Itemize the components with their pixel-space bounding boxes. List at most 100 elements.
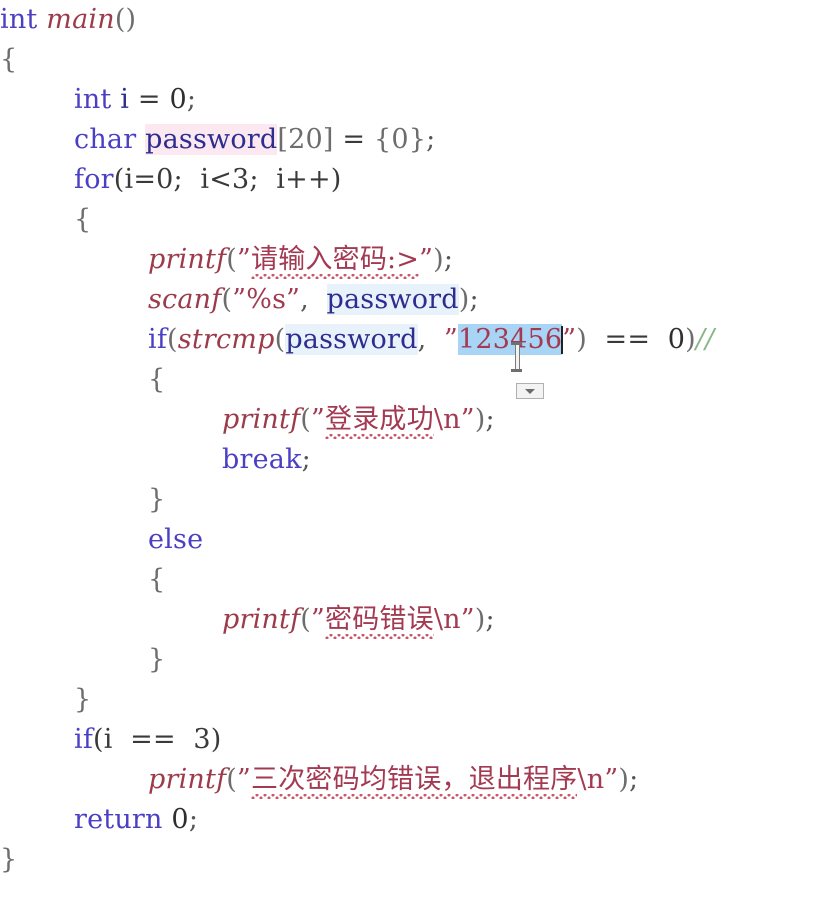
close-paren: ): [618, 764, 630, 795]
code-line-13[interactable]: }: [0, 480, 815, 520]
keyword-return: return: [74, 804, 163, 835]
identifier-password-reference: password: [326, 284, 459, 315]
identifier-i: i: [120, 84, 130, 115]
keyword-for: for: [74, 164, 114, 195]
close-paren: ): [433, 244, 444, 275]
close-paren-strcmp: ): [576, 324, 587, 355]
code-line-9[interactable]: if(strcmp(password, ”123456”) == 0)//: [0, 320, 815, 360]
close-paren: ): [685, 324, 696, 355]
code-line-16[interactable]: printf(”密码错误\n”);: [0, 600, 815, 640]
code-line-6[interactable]: {: [0, 200, 815, 240]
semicolon: ;: [301, 444, 311, 475]
function-printf: printf: [148, 764, 227, 795]
selected-string-literal[interactable]: 123456: [457, 324, 563, 355]
assign-operator: =: [129, 84, 170, 115]
code-line-15[interactable]: {: [0, 560, 815, 600]
code-line-20[interactable]: printf(”三次密码均错误，退出程序\n”);: [0, 760, 815, 800]
open-paren: (: [300, 604, 311, 635]
code-editor-surface[interactable]: int main() { int i = 0; char password[20…: [0, 0, 815, 924]
close-brace-else: }: [148, 644, 166, 675]
close-brace-main: }: [0, 844, 18, 875]
keyword-int: int: [0, 4, 38, 35]
code-line-7[interactable]: printf(”请输入密码:>”);: [0, 240, 815, 280]
number-zero: 0: [169, 84, 187, 115]
close-quote: ”: [604, 764, 619, 795]
close-quote: ”: [460, 604, 475, 635]
keyword-break: break: [222, 444, 302, 475]
code-line-10[interactable]: {: [0, 360, 815, 400]
semicolon: ;: [485, 604, 495, 635]
open-paren: (: [226, 244, 237, 275]
keyword-if: if: [148, 324, 168, 355]
string-literal-success: 登录成功: [325, 400, 434, 440]
code-line-14[interactable]: else: [0, 520, 815, 560]
close-paren: ): [474, 404, 486, 435]
escape-newline: \n: [433, 604, 461, 635]
open-quote: ”: [232, 284, 247, 315]
function-strcmp: strcmp: [177, 324, 275, 355]
string-literal-wrong-password: 密码错误: [325, 600, 434, 640]
format-specifier: %s: [246, 284, 287, 315]
keyword-char: char: [74, 124, 137, 155]
semicolon: ;: [485, 404, 495, 435]
open-brace-for: {: [74, 204, 92, 235]
for-expression: (i=0; i<3; i++): [113, 164, 342, 195]
escape-newline: \n: [577, 764, 605, 795]
code-line-17[interactable]: }: [0, 640, 815, 680]
code-line-18[interactable]: }: [0, 680, 815, 720]
close-paren: ): [458, 284, 470, 315]
open-paren-strcmp: (: [274, 324, 286, 355]
open-quote: ”: [311, 604, 326, 635]
open-brace-main: {: [0, 44, 18, 75]
string-literal-three-failures: 三次密码均错误，退出程序: [251, 760, 578, 800]
close-quote: ”: [419, 244, 434, 275]
open-quote: ”: [311, 404, 326, 435]
comma: ,: [417, 324, 444, 355]
open-paren: (: [167, 324, 178, 355]
function-printf: printf: [222, 604, 301, 635]
function-scanf: scanf: [148, 284, 222, 315]
open-quote: ”: [237, 244, 252, 275]
code-line-4[interactable]: char password[20] = {0};: [0, 120, 815, 160]
open-paren: (: [221, 284, 233, 315]
code-line-1[interactable]: int main(): [0, 0, 815, 40]
close-quote: ”: [286, 284, 301, 315]
close-brace-if: }: [148, 484, 166, 515]
chevron-down-icon: [525, 388, 535, 394]
open-paren: (: [300, 404, 311, 435]
initializer: {0}: [374, 124, 427, 155]
code-line-8[interactable]: scanf(”%s”, password);: [0, 280, 815, 320]
code-line-21[interactable]: return 0;: [0, 800, 815, 840]
function-printf: printf: [222, 404, 301, 435]
smart-tag-dropdown-button[interactable]: [516, 383, 544, 399]
semicolon: ;: [188, 804, 199, 835]
open-quote: ”: [237, 764, 252, 795]
equality-operator: ==: [586, 324, 668, 355]
identifier-password-reference: password: [285, 324, 418, 355]
open-brace-else: {: [148, 564, 166, 595]
code-line-11[interactable]: printf(”登录成功\n”);: [0, 400, 815, 440]
string-literal-prompt: 请输入密码:>: [251, 240, 420, 280]
close-quote: ”: [562, 324, 577, 355]
open-paren: (: [226, 764, 237, 795]
code-line-2[interactable]: {: [0, 40, 815, 80]
code-line-12[interactable]: break;: [0, 440, 815, 480]
open-quote: ”: [443, 324, 458, 355]
assign-operator: =: [333, 124, 374, 155]
semicolon: ;: [629, 764, 639, 795]
escape-newline: \n: [433, 404, 461, 435]
code-line-3[interactable]: int i = 0;: [0, 80, 815, 120]
identifier-password-declaration: password: [145, 124, 278, 155]
number-zero: 0: [171, 804, 189, 835]
code-line-5[interactable]: for(i=0; i<3; i++): [0, 160, 815, 200]
semicolon: ;: [426, 124, 436, 155]
close-quote: ”: [460, 404, 475, 435]
number-zero: 0: [667, 324, 686, 355]
keyword-else: else: [148, 524, 204, 555]
close-paren: ): [474, 604, 486, 635]
code-line-22[interactable]: }: [0, 840, 815, 880]
comment-marker: //: [695, 324, 715, 355]
code-line-19[interactable]: if(i == 3): [0, 720, 815, 760]
semicolon: ;: [443, 244, 454, 275]
function-printf: printf: [148, 244, 227, 275]
